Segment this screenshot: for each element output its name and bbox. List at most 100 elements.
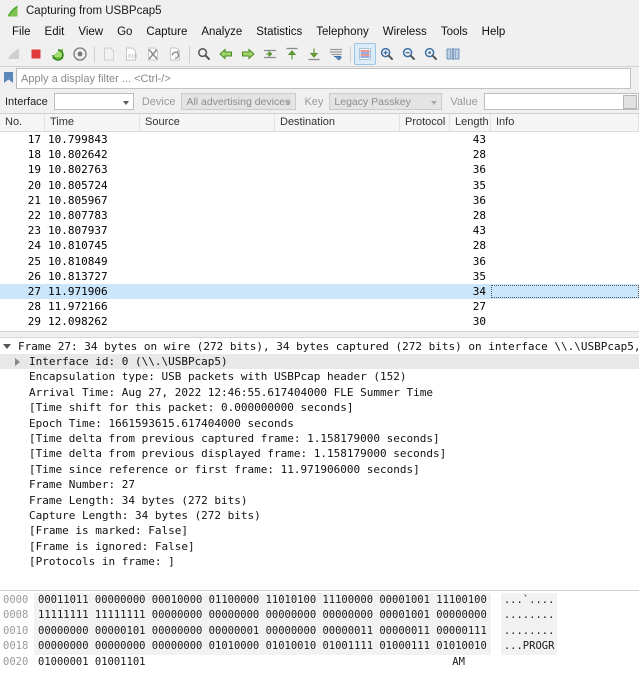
restart-capture-icon[interactable] xyxy=(47,43,69,65)
menu-statistics[interactable]: Statistics xyxy=(249,24,309,40)
packet-list-row[interactable]: 27 11.971906 34 xyxy=(0,283,639,300)
detail-row[interactable]: [Time delta from previous captured frame… xyxy=(0,431,639,446)
value-apply-button[interactable] xyxy=(623,94,637,109)
save-file-icon[interactable]: 010 xyxy=(120,43,142,65)
packet-length: 28 xyxy=(472,148,486,162)
device-select[interactable]: All advertising devices xyxy=(181,93,297,110)
packet-list-row[interactable]: 20 10.805724 35 xyxy=(0,178,639,193)
menu-tools[interactable]: Tools xyxy=(434,24,475,40)
packet-list-row[interactable]: 26 10.813727 35 xyxy=(0,269,639,284)
bytes-data: 00011011 00000000 00010000 01100000 1101… xyxy=(34,593,491,609)
detail-row[interactable]: Interface id: 0 (\\.\USBPcap5) xyxy=(0,353,639,370)
bytes-row[interactable]: 0008 11111111 11111111 00000000 00000000 … xyxy=(0,608,639,624)
zoom-reset-icon[interactable] xyxy=(420,43,442,65)
start-capture-icon[interactable] xyxy=(3,43,25,65)
detail-row[interactable]: [Time since reference or first frame: 11… xyxy=(0,462,639,477)
value-input[interactable] xyxy=(483,93,639,110)
packet-bytes-pane[interactable]: 0000 00011011 00000000 00010000 01100000 … xyxy=(0,590,639,676)
twisty-collapsed-icon[interactable] xyxy=(11,357,24,366)
detail-row[interactable]: [Frame is marked: False] xyxy=(0,523,639,538)
packet-length: 35 xyxy=(472,178,486,192)
detail-row[interactable]: [Time shift for this packet: 0.000000000… xyxy=(0,400,639,415)
menu-go[interactable]: Go xyxy=(110,24,139,40)
menu-edit[interactable]: Edit xyxy=(38,24,72,40)
menu-wireless[interactable]: Wireless xyxy=(376,24,434,40)
packet-no: 22 xyxy=(27,208,41,222)
column-header-length[interactable]: Length xyxy=(450,114,491,131)
packet-list-row[interactable]: 22 10.807783 28 xyxy=(0,208,639,223)
menu-analyze[interactable]: Analyze xyxy=(194,24,249,40)
packet-list-row[interactable]: 18 10.802642 28 xyxy=(0,147,639,162)
packet-list-row[interactable]: 21 10.805967 36 xyxy=(0,193,639,208)
resize-columns-icon[interactable] xyxy=(442,43,464,65)
bytes-offset: 0000 xyxy=(3,594,29,606)
packet-list-row[interactable]: 28 11.972166 27 xyxy=(0,299,639,314)
column-header-time[interactable]: Time xyxy=(45,114,140,131)
detail-row[interactable]: Arrival Time: Aug 27, 2022 12:46:55.6174… xyxy=(0,385,639,400)
bytes-ascii: ........ xyxy=(500,623,558,640)
column-header-protocol[interactable]: Protocol xyxy=(400,114,450,131)
display-filter-input[interactable]: Apply a display filter ... <Ctrl-/> xyxy=(16,68,631,89)
packet-no: 29 xyxy=(27,315,41,329)
detail-row[interactable]: Frame 27: 34 bytes on wire (272 bits), 3… xyxy=(0,339,639,354)
find-packet-icon[interactable] xyxy=(193,43,215,65)
detail-row[interactable]: Encapsulation type: USB packets with USB… xyxy=(0,369,639,384)
open-file-icon[interactable] xyxy=(98,43,120,65)
filter-bookmark-icon[interactable] xyxy=(1,68,16,87)
detail-row[interactable]: Frame Number: 27 xyxy=(0,477,639,492)
auto-scroll-icon[interactable] xyxy=(325,43,347,65)
detail-row[interactable]: Frame Length: 34 bytes (272 bits) xyxy=(0,493,639,508)
packet-list-row[interactable]: 23 10.807937 43 xyxy=(0,223,639,238)
packet-detail-pane[interactable]: Frame 27: 34 bytes on wire (272 bits), 3… xyxy=(0,337,639,590)
menu-help[interactable]: Help xyxy=(475,24,513,40)
bytes-row[interactable]: 0010 00000000 00000101 00000000 00000001 … xyxy=(0,623,639,640)
interface-select[interactable] xyxy=(53,93,134,110)
toolbar-separator-1 xyxy=(94,45,95,63)
key-select[interactable]: Legacy Passkey xyxy=(329,93,443,110)
detail-row-text: Epoch Time: 1661593615.617404000 seconds xyxy=(29,416,294,430)
menu-file[interactable]: File xyxy=(5,24,38,40)
reload-file-icon[interactable] xyxy=(164,43,186,65)
packet-list-row[interactable]: 19 10.802763 36 xyxy=(0,162,639,177)
bytes-data: 00000000 00000101 00000000 00000001 0000… xyxy=(34,623,491,640)
close-file-icon[interactable] xyxy=(142,43,164,65)
toolbar-separator-3 xyxy=(350,45,351,63)
column-header-info[interactable]: Info xyxy=(491,114,639,131)
bytes-row[interactable]: 0020 01000001 01001101 AM xyxy=(0,655,639,670)
go-to-first-packet-icon[interactable] xyxy=(281,43,303,65)
column-header-destination[interactable]: Destination xyxy=(275,114,400,131)
column-header-no[interactable]: No. xyxy=(0,114,45,131)
packet-list-row[interactable]: 17 10.799843 43 xyxy=(0,132,639,147)
zoom-out-icon[interactable] xyxy=(398,43,420,65)
packet-list-row[interactable]: 29 12.098262 30 xyxy=(0,314,639,329)
menu-capture[interactable]: Capture xyxy=(139,24,194,40)
detail-row-text: Interface id: 0 (\\.\USBPcap5) xyxy=(29,354,228,368)
packet-no: 21 xyxy=(27,193,41,207)
packet-list-row[interactable]: 24 10.810745 28 xyxy=(0,238,639,253)
splitter-list-detail[interactable] xyxy=(0,330,639,338)
colorize-packets-icon[interactable] xyxy=(354,43,376,65)
detail-row[interactable]: Epoch Time: 1661593615.617404000 seconds xyxy=(0,416,639,431)
detail-row[interactable]: [Protocols in frame: ] xyxy=(0,554,639,569)
go-to-packet-icon[interactable] xyxy=(259,43,281,65)
packet-list-row[interactable]: 25 10.810849 36 xyxy=(0,254,639,269)
device-label: Device xyxy=(141,95,176,108)
go-to-last-packet-icon[interactable] xyxy=(303,43,325,65)
menu-view[interactable]: View xyxy=(71,24,110,40)
detail-row[interactable]: [Time delta from previous displayed fram… xyxy=(0,446,639,461)
go-forward-icon[interactable] xyxy=(237,43,259,65)
bytes-row[interactable]: 0000 00011011 00000000 00010000 01100000 … xyxy=(0,593,639,609)
bytes-row[interactable]: 0018 00000000 00000000 00000000 01010000 … xyxy=(0,639,639,655)
stop-capture-icon[interactable] xyxy=(25,43,47,65)
column-header-source[interactable]: Source xyxy=(140,114,275,131)
detail-row-text: [Time delta from previous captured frame… xyxy=(29,431,440,445)
detail-row[interactable]: Capture Length: 34 bytes (272 bits) xyxy=(0,508,639,523)
bytes-ascii: ........ xyxy=(500,608,558,624)
menu-telephony[interactable]: Telephony xyxy=(309,24,375,40)
twisty-expanded-icon[interactable] xyxy=(0,343,13,349)
bytes-data: 01000001 01001101 xyxy=(38,655,146,668)
detail-row[interactable]: [Frame is ignored: False] xyxy=(0,539,639,554)
capture-options-icon[interactable] xyxy=(69,43,91,65)
zoom-in-icon[interactable] xyxy=(376,43,398,65)
go-back-icon[interactable] xyxy=(215,43,237,65)
